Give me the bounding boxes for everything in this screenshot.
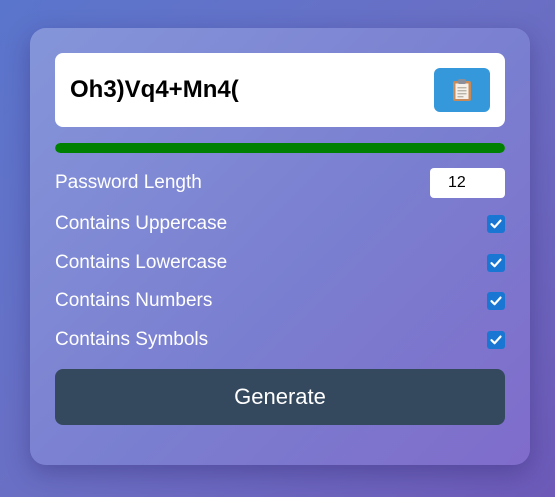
uppercase-label: Contains Uppercase — [55, 213, 228, 234]
password-text: Oh3)Vq4+Mn4( — [70, 76, 239, 103]
checkmark-icon — [490, 335, 502, 345]
checkmark-icon — [490, 219, 502, 229]
password-length-input[interactable] — [430, 168, 505, 198]
numbers-label: Contains Numbers — [55, 290, 213, 311]
uppercase-row: Contains Uppercase — [55, 209, 505, 239]
strength-meter-fill — [55, 143, 505, 153]
symbols-checkbox[interactable] — [487, 331, 505, 349]
password-length-row: Password Length — [55, 168, 505, 198]
password-display: Oh3)Vq4+Mn4( — [55, 53, 505, 127]
password-length-label: Password Length — [55, 172, 202, 193]
lowercase-checkbox[interactable] — [487, 254, 505, 272]
symbols-row: Contains Symbols — [55, 325, 505, 355]
symbols-label: Contains Symbols — [55, 329, 209, 350]
password-generator-card: Oh3)Vq4+Mn4( Password Length Contains Up… — [30, 28, 530, 465]
uppercase-checkbox[interactable] — [487, 215, 505, 233]
strength-meter — [55, 143, 505, 153]
generate-button[interactable]: Generate — [55, 369, 505, 425]
checkmark-icon — [490, 258, 502, 268]
copy-button[interactable] — [434, 68, 490, 112]
numbers-checkbox[interactable] — [487, 292, 505, 310]
lowercase-row: Contains Lowercase — [55, 248, 505, 278]
lowercase-label: Contains Lowercase — [55, 252, 228, 273]
clipboard-icon — [453, 79, 471, 101]
checkmark-icon — [490, 296, 502, 306]
numbers-row: Contains Numbers — [55, 286, 505, 316]
